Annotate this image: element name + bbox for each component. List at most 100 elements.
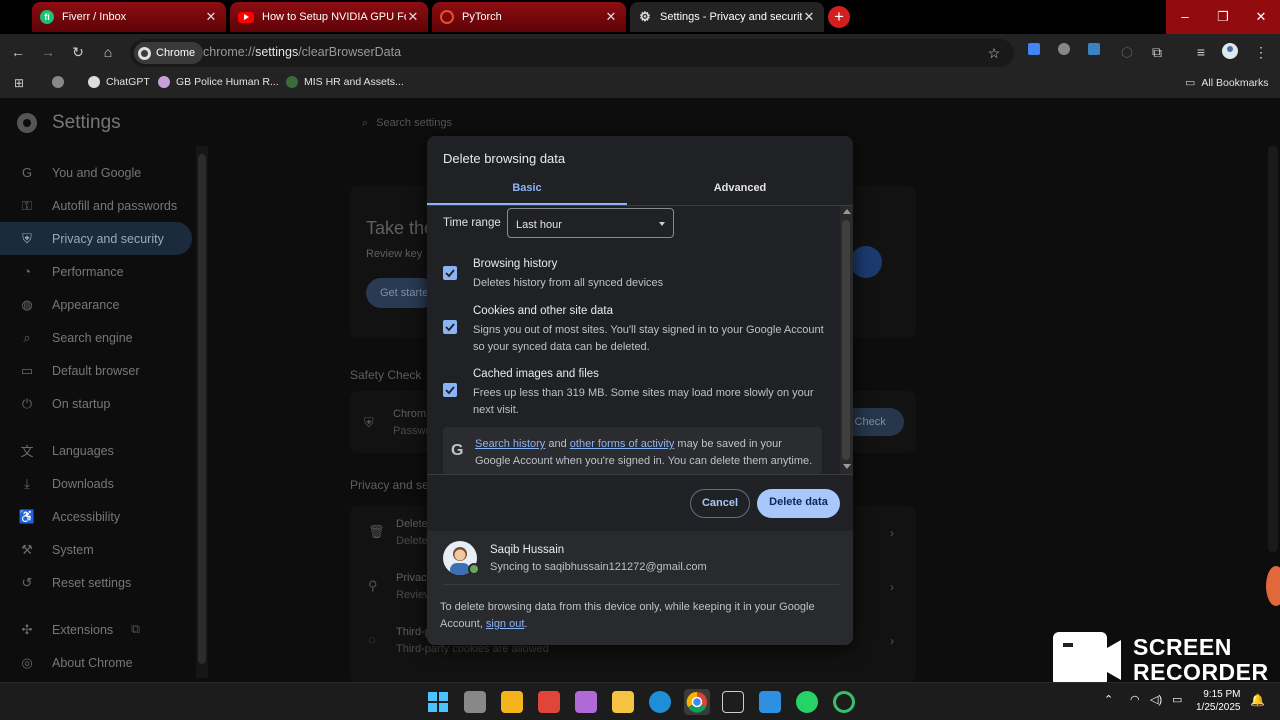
nav-reset[interactable]: ↺ Reset settings <box>0 566 200 599</box>
file-explorer-icon[interactable] <box>612 691 634 713</box>
get-started-button[interactable]: Get starte <box>366 278 436 308</box>
nav-accessibility[interactable]: ♿ Accessibility <box>0 500 200 533</box>
nav-system[interactable]: ⚒ System <box>0 533 200 566</box>
nav-privacy[interactable]: ⛨ Privacy and security <box>0 222 192 255</box>
forward-icon[interactable]: → <box>38 42 58 62</box>
nav-performance[interactable]: ◔ Performance <box>0 255 200 288</box>
dialog-scroll-content[interactable]: Time range Last hour Browsing history De… <box>427 206 853 474</box>
delete-data-button[interactable]: Delete data <box>757 489 840 518</box>
fy-extension-icon[interactable] <box>1087 42 1107 62</box>
sync-badge-icon <box>468 563 480 575</box>
recorder-icon[interactable] <box>833 691 855 713</box>
checkbox-cached-images[interactable] <box>443 383 457 397</box>
close-icon[interactable]: ✕ <box>604 9 618 25</box>
wifi-icon[interactable]: ◠ <box>1130 693 1140 706</box>
minimize-button[interactable]: – <box>1166 0 1204 34</box>
edge-icon[interactable] <box>649 691 671 713</box>
promo-text: Review key <box>366 248 423 260</box>
sign-out-note: To delete browsing data from this device… <box>440 601 815 630</box>
safety-item-title: Chrom <box>393 408 427 420</box>
nav-search-engine[interactable]: ⌕ Search engine <box>0 321 200 354</box>
notification-bell-icon[interactable]: 🔔 <box>1250 693 1265 707</box>
profile-avatar[interactable] <box>1221 42 1241 62</box>
all-bookmarks[interactable]: ▭ All Bookmarks <box>1185 76 1269 90</box>
shield-icon: ⛨ <box>364 415 374 430</box>
tab-pytorch[interactable]: PyTorch ✕ <box>432 2 626 32</box>
system-clock[interactable]: 9:15 PM 1/25/2025 <box>1196 688 1241 714</box>
start-icon[interactable] <box>427 691 449 713</box>
palette-icon: ◍ <box>21 296 33 312</box>
search-settings[interactable]: ⌕ Search settings <box>362 117 452 130</box>
media-control-icon[interactable]: ≡ <box>1191 42 1211 62</box>
home-icon[interactable]: ⌂ <box>98 42 118 62</box>
tab-strip: fi Fiverr / Inbox ✕ How to Setup NVIDIA … <box>0 0 1280 34</box>
close-icon[interactable]: ✕ <box>802 9 816 25</box>
checkbox-cookies[interactable] <box>443 320 457 334</box>
hex-extension-icon[interactable]: ⬡ <box>1117 42 1137 62</box>
globe-bookmark-icon[interactable] <box>52 76 64 88</box>
whatsapp-icon[interactable] <box>796 691 818 713</box>
time-range-select[interactable]: Last hour <box>507 208 674 238</box>
new-tab-button[interactable]: + <box>828 6 850 28</box>
volume-icon[interactable]: ◁) <box>1150 693 1162 706</box>
tab-basic[interactable]: Basic <box>427 176 627 206</box>
nav-default-browser[interactable]: ▭ Default browser <box>0 354 200 387</box>
puzzle-icon[interactable]: ⧉ <box>1147 42 1167 62</box>
sidebar-scrollbar[interactable] <box>196 146 208 678</box>
address-bar[interactable]: Chrome chrome://settings/clearBrowserDat… <box>130 39 1014 67</box>
vscode-icon[interactable] <box>759 691 781 713</box>
task-view-icon[interactable] <box>464 691 486 713</box>
sign-out-link[interactable]: sign out <box>486 618 525 630</box>
tab-settings[interactable]: ⚙ Settings - Privacy and security ✕ <box>630 2 824 32</box>
menu-icon[interactable]: ⋮ <box>1251 42 1271 62</box>
close-icon[interactable]: ✕ <box>406 9 420 25</box>
nav-languages[interactable]: 文 Languages <box>0 434 200 467</box>
back-icon[interactable]: ← <box>8 42 28 62</box>
chevron-up-icon[interactable]: ⌃ <box>1104 693 1113 706</box>
promo-graphic <box>850 246 882 278</box>
tab-advanced[interactable]: Advanced <box>640 176 840 206</box>
tab-fiverr[interactable]: fi Fiverr / Inbox ✕ <box>32 2 226 32</box>
page-scrollbar[interactable] <box>1268 146 1278 552</box>
restore-button[interactable]: ❐ <box>1204 0 1242 34</box>
nav-appearance[interactable]: ◍ Appearance <box>0 288 200 321</box>
checkbox-browsing-history[interactable] <box>443 266 457 280</box>
apps-icon[interactable]: ⊞ <box>14 76 24 90</box>
nav-you-and-google[interactable]: G You and Google <box>0 156 200 189</box>
site-chip[interactable]: Chrome <box>134 42 204 64</box>
nav-autofill[interactable]: ⚿ Autofill and passwords <box>0 189 200 222</box>
chatgpt-icon <box>88 76 100 88</box>
globe-extension-icon[interactable] <box>1057 42 1077 62</box>
battery-icon[interactable]: ▭ <box>1172 693 1182 706</box>
police-icon <box>158 76 170 88</box>
nav-on-startup[interactable]: ⏻ On startup <box>0 387 200 420</box>
browser-icon: ▭ <box>20 362 34 378</box>
bookmark-gb-police[interactable]: GB Police Human R... <box>158 76 279 88</box>
copilot-icon[interactable] <box>575 691 597 713</box>
tab-youtube[interactable]: How to Setup NVIDIA GPU For PyTorch ✕ <box>230 2 428 32</box>
recorder-handle[interactable] <box>1266 566 1280 606</box>
pycharm-icon[interactable] <box>722 691 744 713</box>
store-icon[interactable] <box>501 691 523 713</box>
nav-downloads[interactable]: ⤓ Downloads <box>0 467 200 500</box>
close-icon[interactable]: ✕ <box>204 9 218 25</box>
dialog-scrollbar[interactable] <box>840 206 853 474</box>
nav-extensions[interactable]: ✣ Extensions ⧉ <box>0 613 200 646</box>
power-icon: ⏻ <box>21 395 33 411</box>
snipping-tool-icon[interactable] <box>538 691 560 713</box>
chrome-taskbar-icon[interactable] <box>684 689 710 715</box>
account-section: Saqib Hussain Syncing to saqibhussain121… <box>427 531 853 645</box>
cancel-button[interactable]: Cancel <box>690 489 750 518</box>
close-window-button[interactable]: ✕ <box>1242 0 1280 34</box>
translate-extension-icon[interactable] <box>1027 42 1047 62</box>
search-history-link[interactable]: Search history <box>475 438 545 450</box>
dialog-title: Delete browsing data <box>443 151 566 166</box>
bookmark-chatgpt[interactable]: ChatGPT <box>88 76 150 88</box>
other-activity-link[interactable]: other forms of activity <box>570 438 675 450</box>
nav-about[interactable]: ◎ About Chrome <box>0 646 200 679</box>
url-text[interactable]: chrome://settings/clearBrowserData <box>203 45 401 59</box>
star-icon[interactable]: ☆ <box>984 43 1004 63</box>
bookmark-mis-hr[interactable]: MIS HR and Assets... <box>286 76 404 88</box>
tab-title: How to Setup NVIDIA GPU For PyTorch <box>262 11 406 23</box>
reload-icon[interactable]: ↻ <box>68 42 88 62</box>
